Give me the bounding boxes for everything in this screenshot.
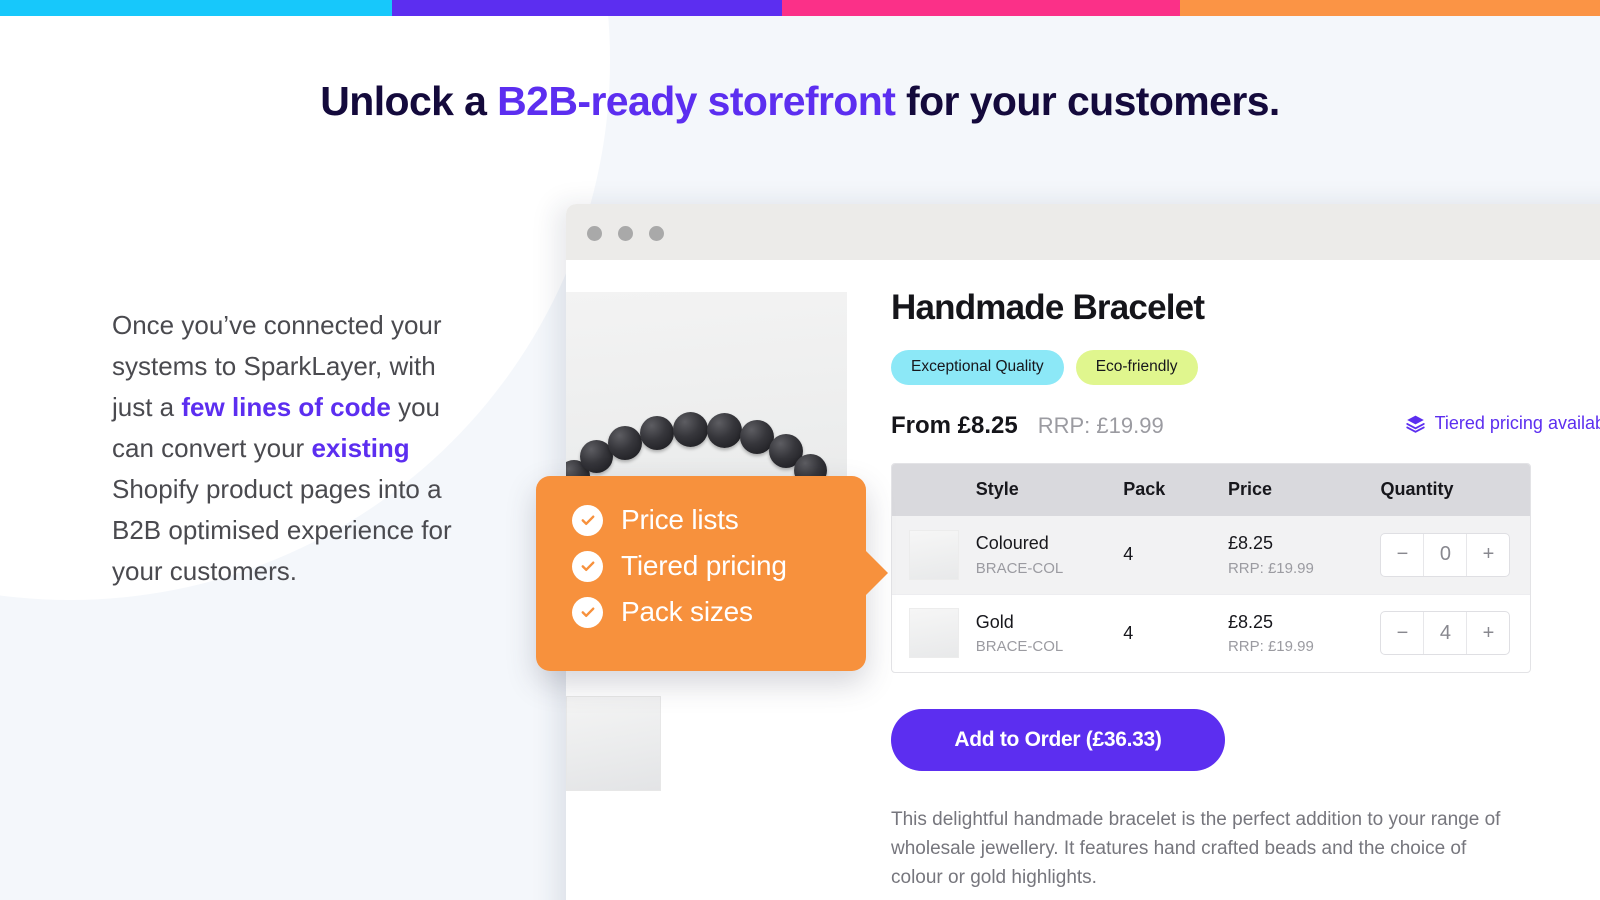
layers-icon bbox=[1405, 415, 1425, 433]
table-row: Coloured BRACE-COL 4 £8.25 RRP: £19.99 −… bbox=[892, 515, 1530, 594]
check-circle-icon bbox=[572, 504, 603, 536]
tiered-pricing-label: Tiered pricing available bbox=[1434, 412, 1600, 433]
row-style-cell: Gold BRACE-COL bbox=[976, 611, 1124, 656]
quantity-value[interactable]: 0 bbox=[1423, 533, 1468, 576]
row-rrp: RRP: £19.99 bbox=[1227, 638, 1314, 656]
browser-chrome-bar bbox=[566, 204, 1600, 260]
callout-label: Pack sizes bbox=[621, 596, 753, 627]
row-price: £8.25 bbox=[1227, 611, 1273, 632]
product-description: This delightful handmade bracelet is the… bbox=[891, 808, 1501, 888]
product-detail-panel: Handmade Bracelet Exceptional Quality Ec… bbox=[891, 288, 1600, 892]
feature-callout: Price lists Tiered pricing Pack sizes bbox=[536, 476, 888, 671]
window-controls bbox=[587, 226, 664, 241]
row-quantity-cell: − 0 + bbox=[1380, 532, 1530, 577]
row-style-name: Coloured bbox=[975, 533, 1049, 554]
row-thumbnail-backdrop bbox=[909, 530, 958, 579]
check-circle-icon bbox=[572, 550, 603, 582]
intro-highlight-code: few lines of code bbox=[181, 392, 391, 422]
intro-paragraph: Once you’ve connected your systems to Sp… bbox=[112, 305, 482, 592]
add-to-order-button[interactable]: Add to Order (£36.33) bbox=[891, 708, 1225, 771]
product-thumbnail-strip bbox=[566, 696, 661, 791]
table-header-style: Style bbox=[975, 479, 1019, 499]
table-header-price: Price bbox=[1227, 479, 1272, 499]
table-header-quantity: Quantity bbox=[1380, 479, 1454, 499]
quantity-decrement-button[interactable]: − bbox=[1381, 534, 1423, 576]
product-badges: Exceptional Quality Eco-friendly bbox=[891, 350, 1600, 385]
page-title: Unlock a B2B-ready storefront for your c… bbox=[0, 78, 1600, 125]
quantity-increment-button[interactable]: + bbox=[1467, 612, 1509, 654]
callout-item-tiered-pricing: Tiered pricing bbox=[572, 550, 866, 582]
variant-pricing-table: Style Pack Price Quantity Coloured BRACE… bbox=[891, 462, 1531, 673]
row-style-sku: BRACE-COL bbox=[975, 638, 1064, 656]
callout-item-pack-sizes: Pack sizes bbox=[572, 596, 866, 628]
quantity-decrement-button[interactable]: − bbox=[1381, 612, 1423, 654]
from-price: From £8.25 bbox=[891, 411, 1018, 439]
status-badge-eco-friendly: Eco-friendly bbox=[1075, 350, 1198, 385]
rrp-price: RRP: £19.99 bbox=[1037, 412, 1164, 438]
callout-label: Tiered pricing bbox=[621, 550, 787, 581]
row-rrp: RRP: £19.99 bbox=[1227, 559, 1314, 577]
top-strip-pink bbox=[782, 0, 1180, 16]
row-price: £8.25 bbox=[1227, 533, 1273, 554]
top-strip-purple bbox=[392, 0, 782, 16]
row-style-sku: BRACE-COL bbox=[975, 559, 1064, 577]
headline-before: Unlock a bbox=[320, 78, 498, 124]
row-style-cell: Coloured BRACE-COL bbox=[976, 532, 1124, 577]
row-quantity-cell: − 4 + bbox=[1380, 611, 1530, 655]
row-variant-thumbnail[interactable] bbox=[908, 529, 959, 580]
window-dot-close-icon[interactable] bbox=[587, 226, 602, 241]
status-badge-exceptional-quality: Exceptional Quality bbox=[891, 350, 1064, 385]
quantity-value[interactable]: 4 bbox=[1423, 612, 1468, 654]
check-circle-icon bbox=[572, 596, 603, 628]
intro-text-3: Shopify product pages into a B2B optimis… bbox=[112, 474, 452, 586]
row-style-name: Gold bbox=[975, 611, 1014, 632]
quantity-stepper[interactable]: − 4 + bbox=[1380, 611, 1511, 655]
row-pack-size: 4 bbox=[1123, 622, 1134, 643]
page-root: Unlock a B2B-ready storefront for your c… bbox=[0, 0, 1600, 900]
table-header-pack: Pack bbox=[1123, 479, 1166, 499]
headline-after: for your customers. bbox=[895, 78, 1280, 124]
headline-highlight: B2B-ready storefront bbox=[497, 78, 896, 124]
table-header-row: Style Pack Price Quantity bbox=[892, 463, 1530, 516]
top-strip-orange bbox=[1180, 0, 1600, 16]
price-row: From £8.25 RRP: £19.99 Tiered pricing av… bbox=[891, 411, 1600, 441]
row-thumbnail-backdrop bbox=[909, 609, 958, 657]
thumbnail-backdrop bbox=[567, 697, 660, 790]
top-strip-cyan bbox=[0, 0, 392, 16]
tiered-pricing-toggle[interactable]: Tiered pricing available bbox=[1405, 413, 1600, 434]
row-variant-thumbnail[interactable] bbox=[908, 608, 959, 658]
top-color-strip bbox=[0, 0, 1600, 16]
row-pack-size: 4 bbox=[1123, 544, 1134, 565]
row-thumbnail-cell bbox=[892, 608, 976, 658]
product-thumbnail[interactable] bbox=[566, 696, 661, 791]
quantity-increment-button[interactable]: + bbox=[1467, 534, 1509, 576]
window-dot-maximize-icon[interactable] bbox=[649, 226, 664, 241]
row-thumbnail-cell bbox=[892, 529, 976, 580]
callout-label: Price lists bbox=[621, 504, 739, 535]
row-price-cell: £8.25 RRP: £19.99 bbox=[1228, 532, 1381, 577]
row-price-cell: £8.25 RRP: £19.99 bbox=[1228, 611, 1381, 656]
window-dot-minimize-icon[interactable] bbox=[618, 226, 633, 241]
product-title: Handmade Bracelet bbox=[891, 288, 1205, 327]
callout-pointer bbox=[865, 550, 888, 596]
quantity-stepper[interactable]: − 0 + bbox=[1380, 532, 1511, 577]
table-row: Gold BRACE-COL 4 £8.25 RRP: £19.99 − 4 + bbox=[892, 593, 1530, 672]
intro-highlight-existing: existing bbox=[311, 433, 410, 463]
callout-item-price-lists: Price lists bbox=[572, 504, 866, 536]
